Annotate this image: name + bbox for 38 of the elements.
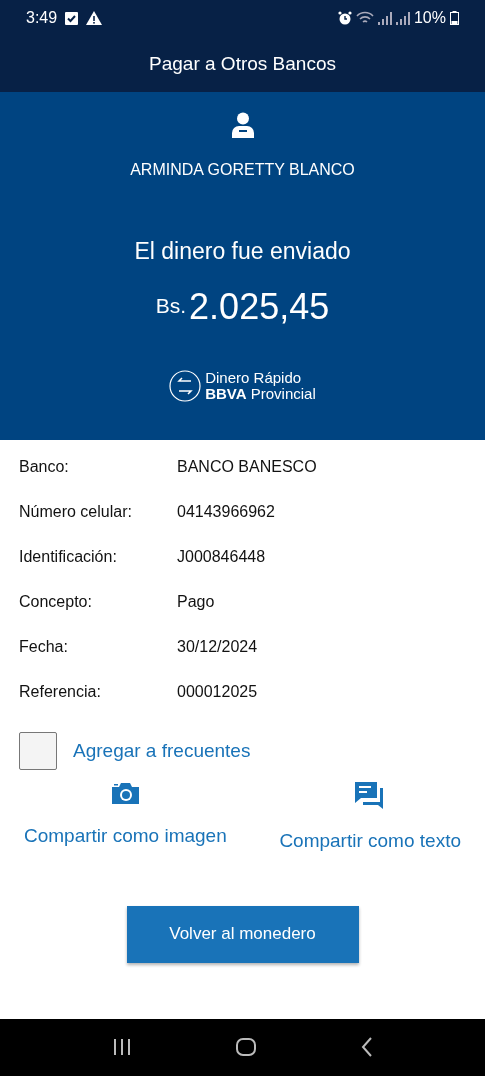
signal-icon xyxy=(377,11,392,25)
share-link[interactable]: Compartir como imagen xyxy=(24,822,227,851)
favorite-label[interactable]: Agregar a frecuentes xyxy=(73,736,251,766)
camera-icon xyxy=(111,782,139,804)
back-to-wallet-button[interactable]: Volver al monedero xyxy=(126,905,359,963)
detail-label: Número celular: xyxy=(19,501,133,522)
detail-value: 04143966962 xyxy=(177,501,275,522)
alarm-icon xyxy=(337,11,352,25)
wifi-icon xyxy=(355,11,374,25)
back-icon[interactable] xyxy=(360,1037,373,1057)
detail-label: Banco: xyxy=(19,456,70,477)
battery-percent: 10% xyxy=(413,8,446,28)
detail-label: Fecha: xyxy=(19,636,69,657)
chat-icon xyxy=(355,782,386,809)
detail-label: Concepto: xyxy=(19,591,93,612)
warning-icon xyxy=(86,11,103,25)
battery-icon xyxy=(450,11,459,25)
detail-value: Pago xyxy=(177,591,215,612)
checkbox-notification-icon xyxy=(65,11,79,25)
signal-icon xyxy=(395,11,410,25)
recent-apps-icon[interactable] xyxy=(112,1039,131,1055)
detail-value: J000846448 xyxy=(177,546,266,567)
page-title: Pagar a Otros Bancos xyxy=(149,51,336,76)
logo-text: BBVA Provincial xyxy=(205,386,316,402)
recipient-name: ARMINDA GORETTY BLANCO xyxy=(130,160,355,180)
detail-value: 30/12/2024 xyxy=(177,636,258,657)
detail-label: Referencia: xyxy=(19,681,102,702)
logo-text: Dinero Rápido xyxy=(205,370,303,387)
transfer-arrows-icon xyxy=(169,370,202,403)
home-icon[interactable] xyxy=(235,1038,256,1056)
share-link[interactable]: Compartir como texto xyxy=(279,827,461,856)
detail-value: 000012025 xyxy=(177,681,258,702)
detail-label: Identificación: xyxy=(19,546,118,567)
status-time: 3:49 xyxy=(26,8,58,28)
success-message: El dinero fue enviado xyxy=(134,237,351,266)
detail-value: BANCO BANESCO xyxy=(177,456,317,477)
favorite-checkbox[interactable] xyxy=(19,732,57,770)
person-icon xyxy=(230,112,255,138)
